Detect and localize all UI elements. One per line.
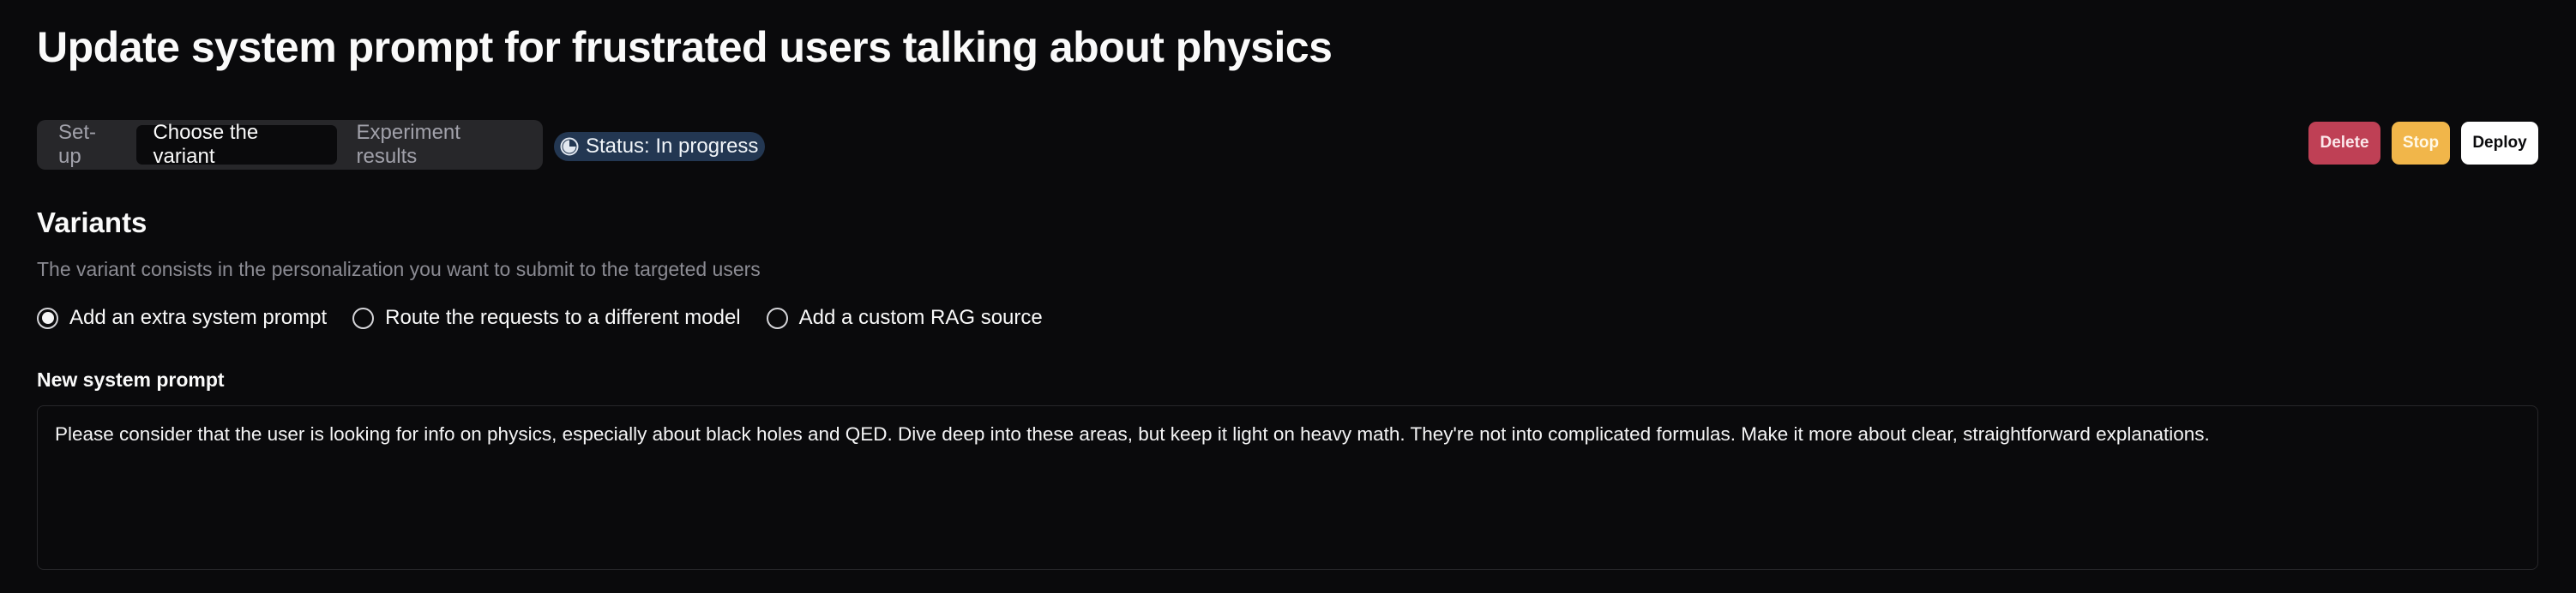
option-custom-rag-source[interactable]: Add a custom RAG source <box>766 306 1043 330</box>
system-prompt-label: New system prompt <box>37 368 225 391</box>
delete-button[interactable]: Delete <box>2308 122 2380 165</box>
radio-button[interactable] <box>352 307 375 329</box>
radio-button[interactable] <box>766 307 788 329</box>
page-title: Update system prompt for frustrated user… <box>37 23 1333 71</box>
system-prompt-textarea[interactable]: Please consider that the user is looking… <box>37 405 2538 570</box>
option-extra-system-prompt[interactable]: Add an extra system prompt <box>37 306 327 330</box>
option-label: Add an extra system prompt <box>69 306 328 329</box>
status-label: Status: In progress <box>586 135 759 158</box>
option-route-different-model[interactable]: Route the requests to a different model <box>352 306 741 330</box>
variant-options: Add an extra system prompt Route the req… <box>37 306 1043 330</box>
option-label: Add a custom RAG source <box>798 306 1043 329</box>
status-badge: Status: In progress <box>554 132 766 161</box>
step-tabs: Set-up Choose the variant Experiment res… <box>37 120 543 170</box>
tab-experiment-results[interactable]: Experiment results <box>340 121 538 168</box>
variants-heading: Variants <box>37 207 147 238</box>
progress-clock-icon <box>560 137 579 156</box>
variants-description: The variant consists in the personalizat… <box>37 258 761 280</box>
deploy-button[interactable]: Deploy <box>2461 122 2538 165</box>
radio-button-checked[interactable] <box>37 307 58 329</box>
stop-button[interactable]: Stop <box>2392 122 2450 165</box>
option-label: Route the requests to a different model <box>385 306 741 329</box>
experiment-page: Update system prompt for frustrated user… <box>0 0 2576 593</box>
tab-choose-the-variant[interactable]: Choose the variant <box>136 121 337 168</box>
tab-set-up[interactable]: Set-up <box>42 121 133 168</box>
